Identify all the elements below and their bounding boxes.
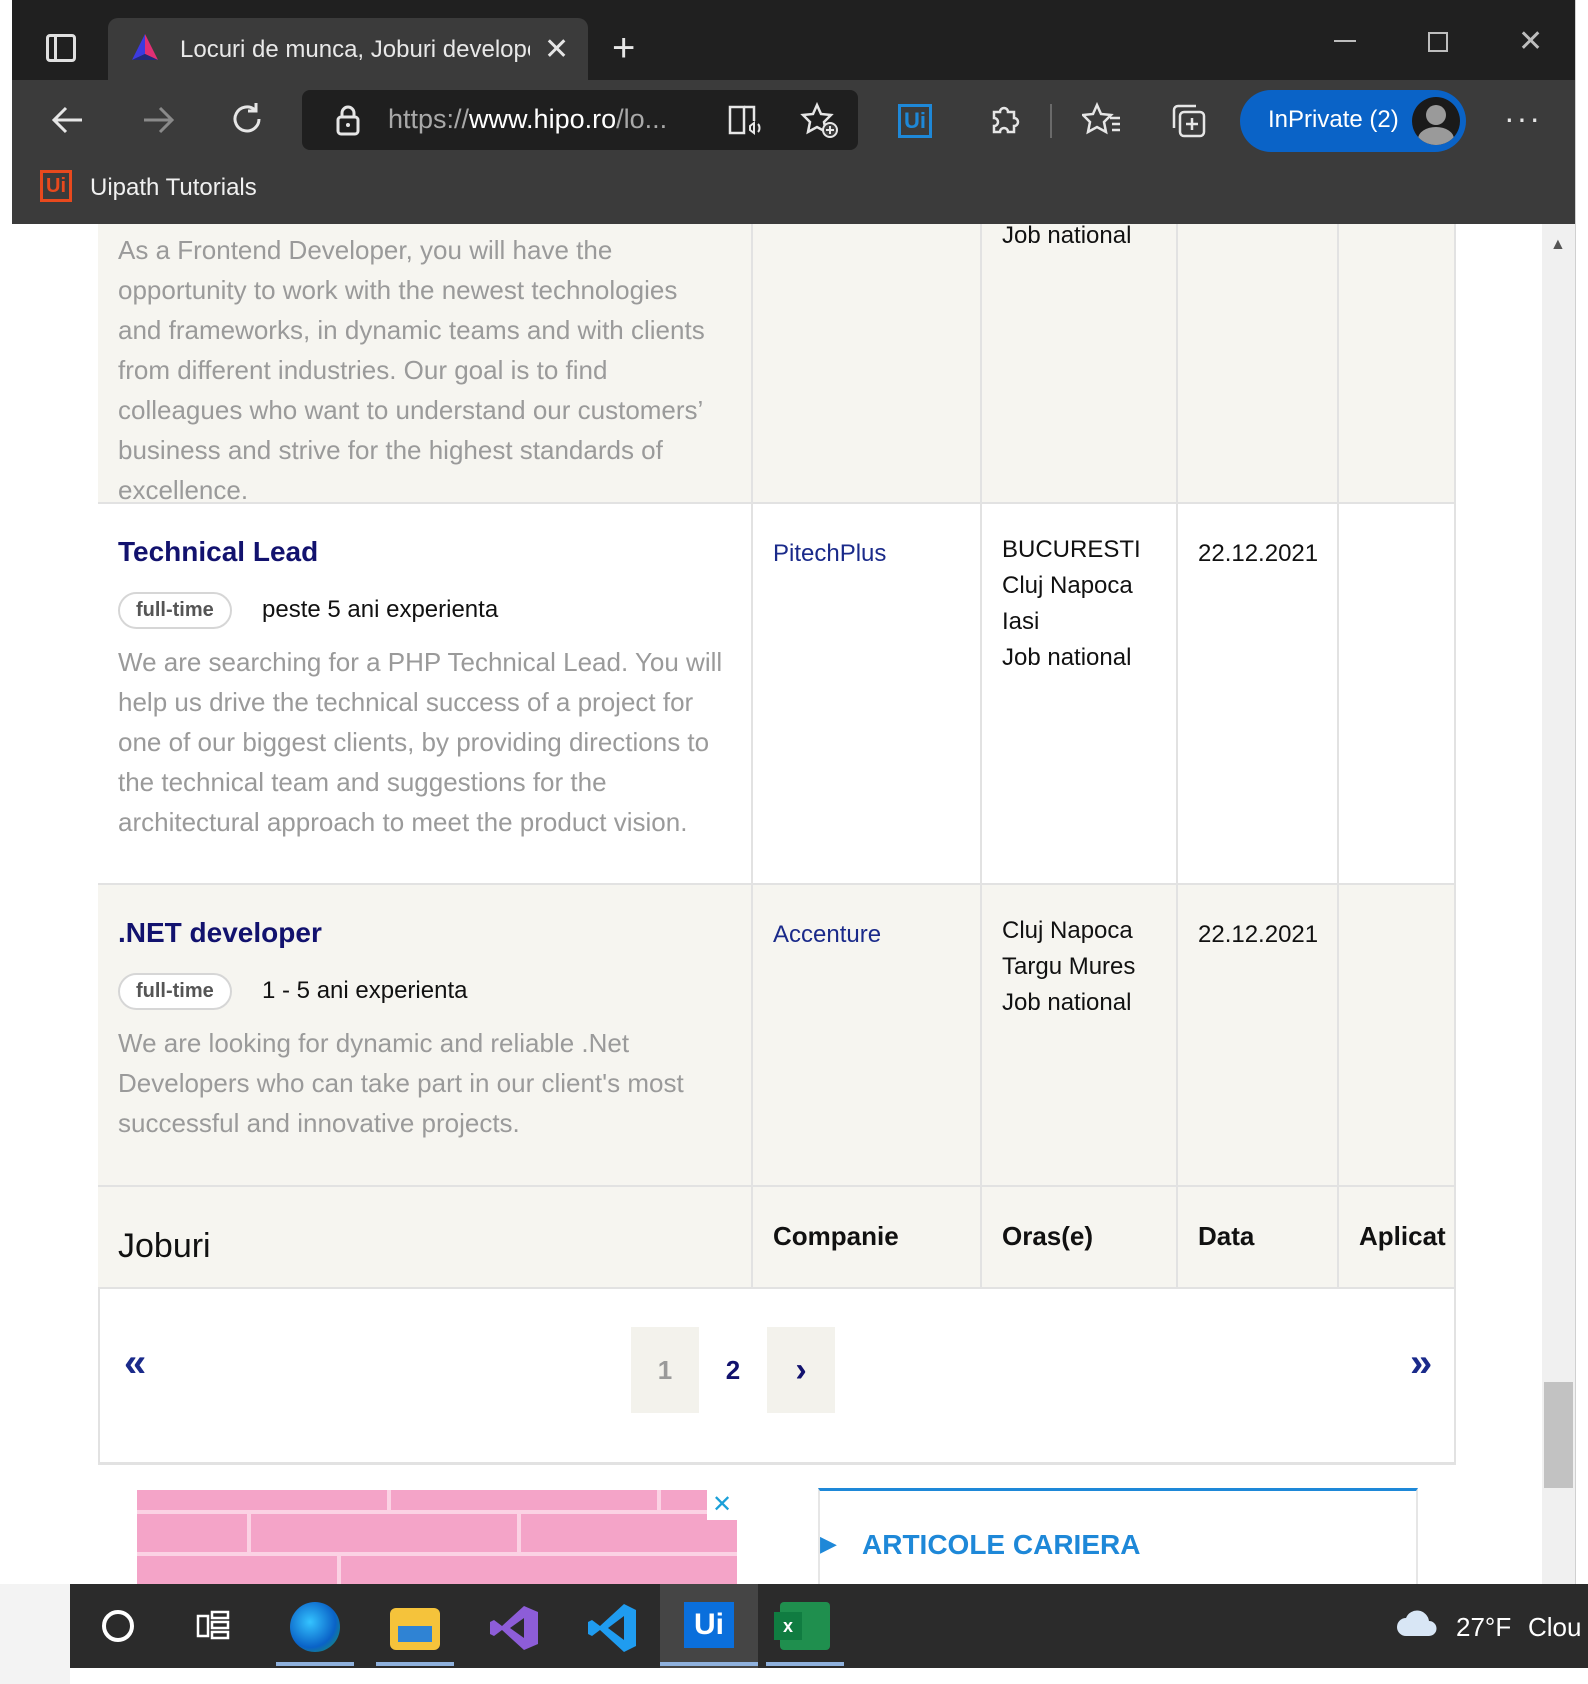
table-row: .NET developer full-time 1 - 5 ani exper… <box>98 885 1456 1187</box>
excel-running-indicator <box>766 1662 844 1666</box>
favorites-icon[interactable] <box>1082 102 1122 138</box>
forward-icon[interactable] <box>140 102 176 138</box>
read-aloud-icon[interactable] <box>728 104 764 136</box>
job-city: Targu Mures <box>1002 953 1136 980</box>
favorite-label: Uipath Tutorials <box>90 174 257 201</box>
uipath-extension-icon[interactable]: Ui <box>898 104 932 138</box>
task-view-icon[interactable] <box>196 1608 232 1644</box>
job-title-link[interactable]: .NET developer <box>118 917 322 949</box>
caret-right-icon: ▶ <box>820 1531 837 1556</box>
page-2-button[interactable]: 2 <box>699 1327 767 1413</box>
url-prefix: https:// <box>388 104 470 134</box>
job-experience: 1 - 5 ani experienta <box>262 977 468 1004</box>
excel-icon[interactable]: x <box>774 1602 830 1650</box>
explorer-running-indicator <box>376 1662 454 1666</box>
vertical-scrollbar[interactable]: ▲ <box>1542 224 1575 1584</box>
job-city: Cluj Napoca <box>1002 572 1133 599</box>
web-page: As a Frontend Developer, you will have t… <box>12 224 1542 1584</box>
edge-running-indicator <box>276 1662 354 1666</box>
avatar <box>1412 97 1460 145</box>
lock-icon <box>336 105 360 136</box>
visual-studio-icon[interactable] <box>488 1602 540 1654</box>
uipath-studio-icon: Ui <box>684 1602 734 1648</box>
inprivate-label: InPrivate (2) <box>1268 106 1399 133</box>
job-date: 22.12.2021 <box>1198 921 1319 948</box>
job-cities: BUCURESTI Cluj Napoca Iasi Job national <box>1002 532 1141 676</box>
next-page-button[interactable]: › <box>767 1327 835 1413</box>
add-favorite-icon[interactable] <box>800 102 838 138</box>
ad-banner[interactable] <box>137 1490 737 1584</box>
job-experience: peste 5 ani experienta <box>262 596 499 623</box>
job-description: We are looking for dynamic and reliable … <box>118 1028 684 1138</box>
job-city: Job national <box>1002 644 1132 671</box>
uipath-favicon: Ui <box>40 170 72 202</box>
job-city: Job national <box>1002 989 1132 1016</box>
company-link[interactable]: Accenture <box>773 921 881 949</box>
job-cities: Cluj Napoca Targu Mures Job national <box>1002 913 1135 1021</box>
job-type-badge: full-time <box>118 592 232 629</box>
applied-header[interactable]: Aplicat <box>1359 1221 1446 1252</box>
more-icon[interactable]: ··· <box>1504 100 1542 137</box>
company-header[interactable]: Companie <box>773 1221 899 1252</box>
site-favicon <box>132 34 158 60</box>
job-description: We are searching for a PHP Technical Lea… <box>118 647 723 837</box>
url-text[interactable]: https://www.hipo.ro/lo... <box>388 104 698 135</box>
job-title-link[interactable]: Technical Lead <box>118 536 318 568</box>
table-row: As a Frontend Developer, you will have t… <box>98 224 1456 505</box>
vscode-icon[interactable] <box>586 1602 638 1654</box>
ad-close-icon[interactable]: ✕ <box>707 1490 737 1520</box>
close-window-icon[interactable]: ✕ <box>1518 24 1543 59</box>
minimize-icon[interactable] <box>1334 40 1356 42</box>
job-description: As a Frontend Developer, you will have t… <box>118 235 705 505</box>
tab-title: Locuri de munca, Joburi developer <box>180 36 530 63</box>
weather-temp[interactable]: 27°F <box>1456 1612 1511 1643</box>
browser-tab[interactable]: Locuri de munca, Joburi developer ✕ <box>108 18 588 80</box>
page-1-button[interactable]: 1 <box>631 1327 699 1413</box>
job-city: Cluj Napoca <box>1002 917 1133 944</box>
job-date: 22.12.2021 <box>1198 540 1319 567</box>
scrollbar-thumb[interactable] <box>1544 1382 1573 1488</box>
cities-header[interactable]: Oras(e) <box>1002 1221 1093 1252</box>
last-page-button[interactable]: » <box>1410 1341 1432 1386</box>
first-page-button[interactable]: « <box>124 1341 146 1386</box>
scroll-up-arrow-icon[interactable]: ▲ <box>1550 236 1566 254</box>
jobs-header: Joburi <box>118 1227 211 1265</box>
collections-icon[interactable] <box>1170 102 1208 140</box>
desktop-strip <box>0 1584 70 1684</box>
file-explorer-icon[interactable] <box>390 1608 440 1650</box>
edge-icon[interactable] <box>290 1602 340 1652</box>
new-tab-icon[interactable]: + <box>612 28 635 68</box>
uipath-running-indicator <box>660 1662 758 1666</box>
job-type-badge: full-time <box>118 973 232 1010</box>
job-city: BUCURESTI <box>1002 536 1141 563</box>
close-tab-icon[interactable]: ✕ <box>544 32 569 67</box>
pagination: « 1 2 › » <box>98 1289 1456 1465</box>
cloud-icon <box>1397 1610 1437 1636</box>
maximize-icon[interactable] <box>1428 32 1448 52</box>
url-domain: www.hipo.ro <box>469 104 617 134</box>
table-footer-header: Joburi Companie Oras(e) Data Aplicat <box>98 1187 1456 1289</box>
articles-title[interactable]: ARTICOLE CARIERA <box>862 1529 1140 1561</box>
refresh-icon[interactable] <box>228 100 266 138</box>
toolbar-divider <box>1050 104 1052 138</box>
back-icon[interactable] <box>50 102 86 138</box>
table-row: Technical Lead full-time peste 5 ani exp… <box>98 504 1456 885</box>
weather-desc[interactable]: Clou <box>1528 1612 1588 1643</box>
uipath-taskbar-app[interactable]: Ui <box>660 1584 758 1668</box>
date-header[interactable]: Data <box>1198 1221 1254 1252</box>
background-window <box>1575 0 1588 1584</box>
url-suffix: /lo... <box>616 104 668 134</box>
job-city: Job national <box>1002 224 1132 249</box>
vertical-tabs-icon[interactable] <box>46 34 76 62</box>
company-link[interactable]: PitechPlus <box>773 540 886 568</box>
job-city: Iasi <box>1002 608 1040 635</box>
inprivate-button[interactable]: InPrivate (2) <box>1240 90 1466 152</box>
extensions-icon[interactable] <box>986 102 1022 138</box>
search-circle-icon[interactable] <box>102 1610 134 1642</box>
articles-panel: ▶ ARTICOLE CARIERA <box>818 1488 1418 1584</box>
